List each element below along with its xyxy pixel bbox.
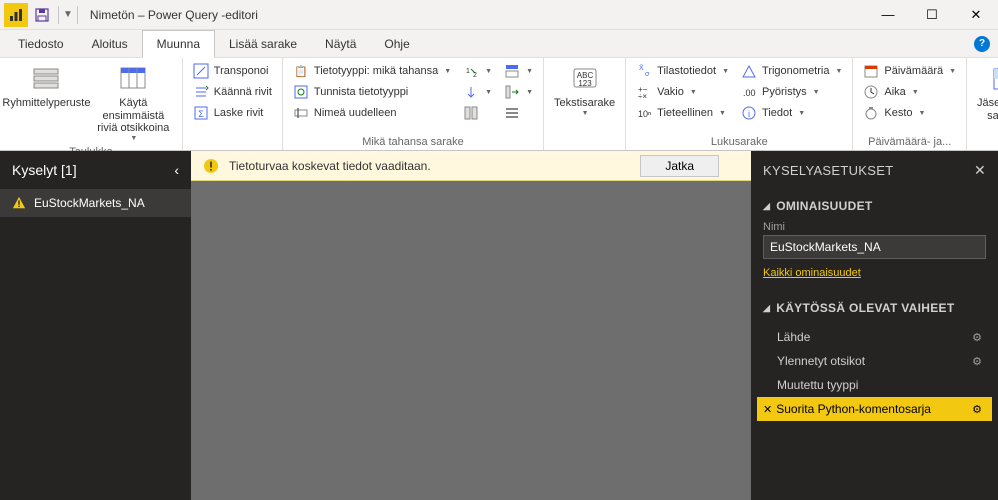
kesto-button[interactable]: Kesto▼ bbox=[859, 103, 960, 123]
step-lahde[interactable]: Lähde⚙ bbox=[757, 325, 992, 349]
tiedot-button[interactable]: iTiedot▼ bbox=[737, 103, 846, 123]
queries-header: Kyselyt [1] ‹ bbox=[0, 151, 191, 189]
svg-text:Σ: Σ bbox=[198, 109, 204, 119]
tab-aloitus[interactable]: Aloitus bbox=[78, 31, 142, 57]
svg-text:X̄: X̄ bbox=[639, 64, 644, 72]
save-button[interactable] bbox=[30, 3, 54, 27]
preview-pane: Tietoturvaa koskevat tiedot vaaditaan. J… bbox=[191, 151, 751, 500]
close-button[interactable]: ✕ bbox=[954, 0, 998, 30]
svg-text:1: 1 bbox=[466, 68, 470, 75]
laske-rivit-button[interactable]: ΣLaske rivit bbox=[189, 103, 276, 123]
tab-ohje[interactable]: Ohje bbox=[370, 31, 423, 57]
info-bar: Tietoturvaa koskevat tiedot vaaditaan. J… bbox=[191, 151, 751, 181]
nimea-button[interactable]: Nimeä uudelleen bbox=[289, 103, 455, 123]
tietotyyppi-button[interactable]: 📋Tietotyyppi: mikä tahansa▼ bbox=[289, 61, 455, 81]
vakio-button[interactable]: +−÷×Vakio▼ bbox=[632, 82, 733, 102]
svg-text:10ⁿ: 10ⁿ bbox=[638, 109, 651, 119]
svg-text:σ: σ bbox=[645, 71, 650, 78]
content: Kyselyt [1] ‹ EuStockMarkets_NA Tietotur… bbox=[0, 151, 998, 500]
minimize-button[interactable]: — bbox=[866, 0, 910, 30]
svg-text:.00: .00 bbox=[743, 88, 756, 98]
svg-text:i: i bbox=[748, 109, 750, 119]
step-ylennetyt[interactable]: Ylennetyt otsikot⚙ bbox=[757, 349, 992, 373]
ryhmittelyperuste-button[interactable]: Ryhmittelyperuste bbox=[6, 61, 87, 112]
properties-section[interactable]: ◢OMINAISUUDET bbox=[763, 193, 986, 219]
svg-text:÷×: ÷× bbox=[638, 92, 647, 100]
gear-icon[interactable]: ⚙ bbox=[972, 331, 982, 344]
app-icon bbox=[4, 3, 28, 27]
help-icon[interactable]: ? bbox=[974, 36, 990, 52]
trigonometria-button[interactable]: Trigonometria▼ bbox=[737, 61, 846, 81]
paivamaara-button[interactable]: Päivämäärä▼ bbox=[859, 61, 960, 81]
svg-text:123: 123 bbox=[578, 79, 592, 88]
tab-muunna[interactable]: Muunna bbox=[142, 30, 215, 58]
tab-tiedosto[interactable]: Tiedosto bbox=[4, 31, 78, 57]
titlebar: ▼ Nimetön – Power Query -editori — ☐ ✕ bbox=[0, 0, 998, 30]
gear-icon[interactable]: ⚙ bbox=[972, 355, 982, 368]
pivot-button[interactable] bbox=[459, 103, 496, 123]
move-button[interactable]: ▼ bbox=[500, 82, 537, 102]
kaanna-rivit-button[interactable]: Käännä rivit bbox=[189, 82, 276, 102]
ribbon: Ryhmittelyperuste Käytä ensimmäistä rivi… bbox=[0, 58, 998, 151]
menubar: Tiedosto Aloitus Muunna Lisää sarake Näy… bbox=[0, 30, 998, 58]
divider bbox=[58, 6, 59, 24]
settings-header: KYSELYASETUKSET ✕ bbox=[751, 151, 998, 189]
tab-lisaa[interactable]: Lisää sarake bbox=[215, 31, 311, 57]
unpivot-button[interactable]: ▼ bbox=[500, 61, 537, 81]
name-label: Nimi bbox=[763, 219, 986, 235]
step-muutettu[interactable]: Muutettu tyyppi bbox=[757, 373, 992, 397]
tab-nayta[interactable]: Näytä bbox=[311, 31, 370, 57]
qat-dropdown[interactable]: ▼ bbox=[63, 9, 73, 20]
name-input[interactable] bbox=[763, 235, 986, 259]
shield-warning-icon bbox=[203, 158, 219, 174]
query-item[interactable]: EuStockMarkets_NA bbox=[0, 189, 191, 217]
all-properties-link[interactable]: Kaikki ominaisuudet bbox=[763, 259, 861, 287]
close-icon[interactable]: ✕ bbox=[974, 162, 986, 179]
step-python[interactable]: ✕Suorita Python-komentosarja⚙ bbox=[757, 397, 992, 421]
transponoi-button[interactable]: Transponoi bbox=[189, 61, 276, 81]
tolist-button[interactable] bbox=[500, 103, 537, 123]
query-settings-pane: KYSELYASETUKSET ✕ ◢OMINAISUUDET Nimi Kai… bbox=[751, 151, 998, 500]
collapse-icon[interactable]: ‹ bbox=[174, 162, 179, 178]
maximize-button[interactable]: ☐ bbox=[910, 0, 954, 30]
ensimmainen-rivi-button[interactable]: Käytä ensimmäistä riviä otsikkoina ▼ bbox=[91, 61, 176, 144]
svg-text:2: 2 bbox=[473, 72, 477, 79]
applied-steps-section[interactable]: ◢KÄYTÖSSÄ OLEVAT VAIHEET bbox=[763, 295, 986, 321]
jasennetty-sarake-button[interactable]: Jäsennetty sarake ▼ bbox=[973, 61, 998, 131]
tilastotiedot-button[interactable]: X̄σTilastotiedot▼ bbox=[632, 61, 733, 81]
warning-icon bbox=[12, 196, 26, 210]
tekstisarake-button[interactable]: ABC123 Tekstisarake ▼ bbox=[550, 61, 619, 119]
aika-button[interactable]: Aika▼ bbox=[859, 82, 960, 102]
divider bbox=[77, 6, 78, 24]
info-text: Tietoturvaa koskevat tiedot vaaditaan. bbox=[229, 159, 431, 173]
gear-icon[interactable]: ⚙ bbox=[972, 403, 982, 416]
pyoristys-button[interactable]: .00Pyöristys▼ bbox=[737, 82, 846, 102]
replace-button[interactable]: 12▼ bbox=[459, 61, 496, 81]
window-title: Nimetön – Power Query -editori bbox=[90, 8, 258, 22]
tieteellinen-button[interactable]: 10ⁿTieteellinen▼ bbox=[632, 103, 733, 123]
queries-pane: Kyselyt [1] ‹ EuStockMarkets_NA bbox=[0, 151, 191, 500]
fill-button[interactable]: ▼ bbox=[459, 82, 496, 102]
delete-step-icon[interactable]: ✕ bbox=[763, 403, 772, 416]
jatka-button[interactable]: Jatka bbox=[640, 155, 719, 177]
tunnista-button[interactable]: Tunnista tietotyyppi bbox=[289, 82, 455, 102]
